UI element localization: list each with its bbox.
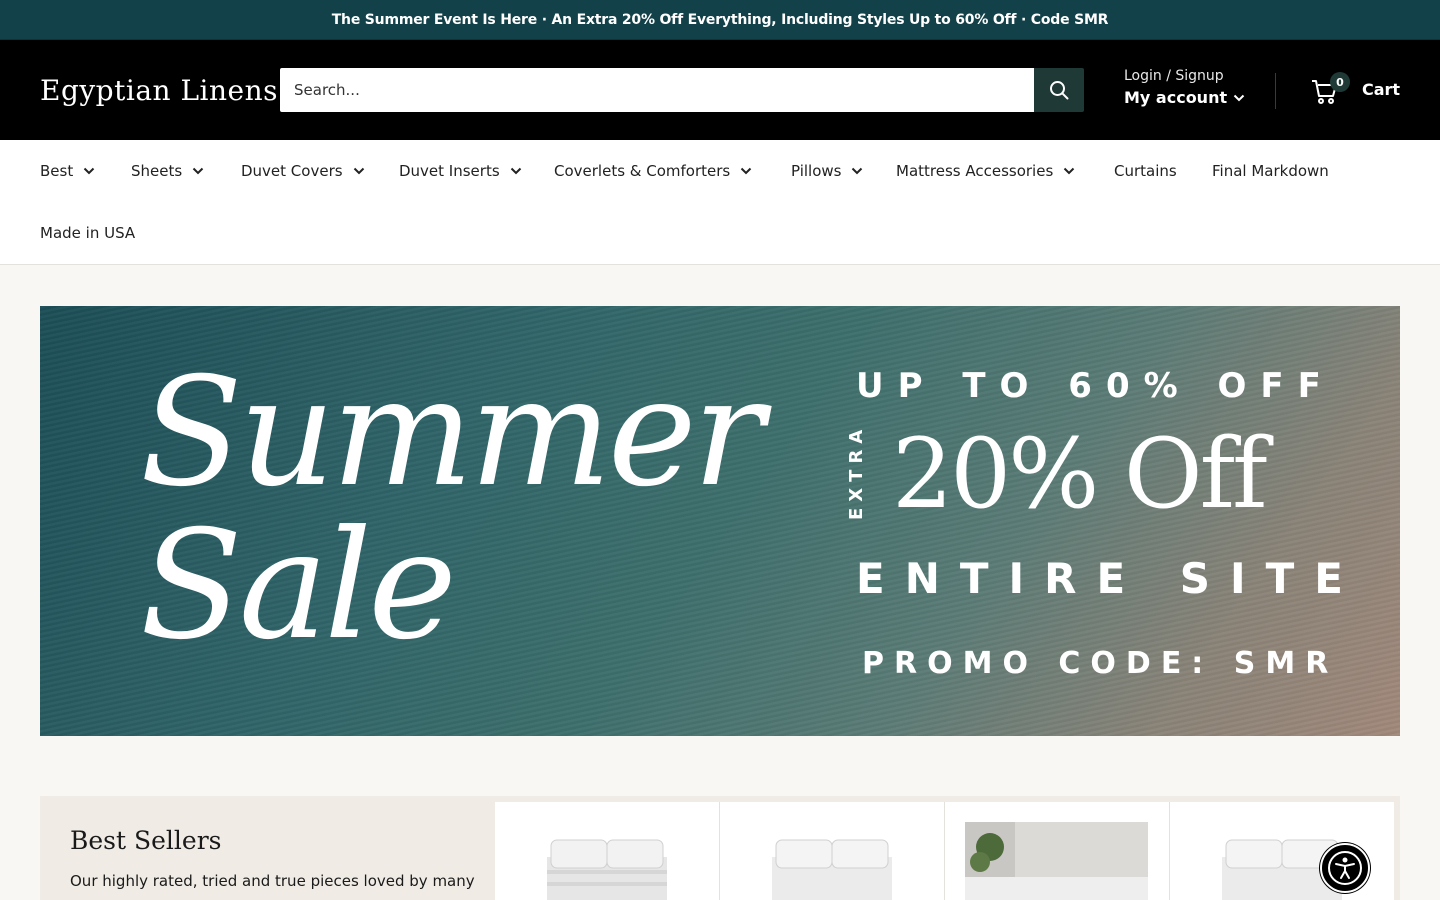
nav-item-sheets[interactable]: Sheets [131, 162, 204, 180]
nav-item-duvet-inserts[interactable]: Duvet Inserts [399, 162, 522, 180]
nav-label: Pillows [791, 162, 842, 180]
chevron-down-icon [192, 167, 204, 175]
nav-item-duvet-covers[interactable]: Duvet Covers [241, 162, 365, 180]
nav-item-final-markdown[interactable]: Final Markdown [1212, 162, 1329, 180]
accessibility-icon [1328, 851, 1362, 885]
hero-up-to: UP TO 60% OFF [856, 366, 1335, 406]
nav-label: Final Markdown [1212, 162, 1329, 180]
my-account-button[interactable]: My account [1124, 88, 1245, 107]
chevron-down-icon [852, 167, 863, 175]
login-signup-link[interactable]: Login / Signup [1124, 68, 1245, 84]
nav-label: Curtains [1114, 162, 1177, 180]
nav-label: Made in USA [40, 224, 136, 242]
site-header: Egyptian Linens Login / Signup My accoun… [0, 40, 1440, 140]
main-nav: Best Sheets Duvet Covers Duvet Inserts C… [0, 140, 1440, 265]
account-menu[interactable]: Login / Signup My account [1124, 68, 1245, 107]
hero-entire-site: ENTIRE SITE [856, 554, 1363, 603]
product-card[interactable] [945, 802, 1169, 900]
best-sellers-section: Best Sellers Our highly rated, tried and… [40, 796, 1400, 900]
product-image [547, 839, 667, 900]
hero-promo-code: PROMO CODE: SMR [862, 646, 1339, 681]
nav-item-made-in-usa[interactable]: Made in USA [40, 224, 135, 242]
chevron-down-icon [1064, 167, 1075, 175]
product-card[interactable] [495, 802, 719, 900]
nav-label: Duvet Inserts [399, 162, 500, 180]
product-carousel [495, 802, 1394, 900]
header-divider [1275, 73, 1276, 109]
nav-item-best[interactable]: Best [40, 162, 95, 180]
nav-label: Coverlets & Comforters [554, 162, 731, 180]
cart-count-badge: 0 [1330, 72, 1350, 92]
nav-item-coverlets-comforters[interactable]: Coverlets & Comforters [554, 162, 752, 180]
nav-label: Mattress Accessories [896, 162, 1054, 180]
nav-item-mattress-accessories[interactable]: Mattress Accessories [896, 162, 1075, 180]
chevron-down-icon [84, 167, 95, 175]
search-button[interactable] [1034, 68, 1084, 112]
hero-discount: 20% Off [892, 418, 1268, 530]
best-sellers-description: Our highly rated, tried and true pieces … [70, 872, 475, 890]
hero-title-summer: Summer [140, 346, 764, 520]
site-logo[interactable]: Egyptian Linens [40, 74, 280, 107]
chevron-down-icon [510, 167, 521, 175]
nav-item-pillows[interactable]: Pillows [791, 162, 863, 180]
hero-banner[interactable]: Summer Sale UP TO 60% OFF EXTRA 20% Off … [40, 306, 1400, 736]
nav-label: Best [40, 162, 74, 180]
chevron-down-icon [741, 167, 752, 175]
search-input[interactable] [280, 68, 1034, 112]
cart-label: Cart [1362, 80, 1401, 99]
product-image [965, 822, 1148, 900]
product-image [772, 839, 892, 900]
my-account-label: My account [1124, 88, 1228, 107]
hero-extra: EXTRA [846, 423, 867, 520]
search-bar [280, 68, 1084, 112]
announcement-text[interactable]: The Summer Event Is Here · An Extra 20% … [332, 12, 1109, 28]
nav-label: Duvet Covers [241, 162, 343, 180]
nav-label: Sheets [131, 162, 183, 180]
nav-item-curtains[interactable]: Curtains [1114, 162, 1177, 180]
accessibility-button[interactable] [1320, 843, 1370, 893]
best-sellers-title: Best Sellers [70, 826, 222, 855]
chevron-down-icon [1233, 94, 1245, 101]
hero-title-sale: Sale [140, 499, 457, 673]
product-card[interactable] [720, 802, 944, 900]
announcement-bar[interactable]: The Summer Event Is Here · An Extra 20% … [0, 0, 1440, 40]
search-icon [1050, 81, 1069, 100]
chevron-down-icon [353, 167, 364, 175]
